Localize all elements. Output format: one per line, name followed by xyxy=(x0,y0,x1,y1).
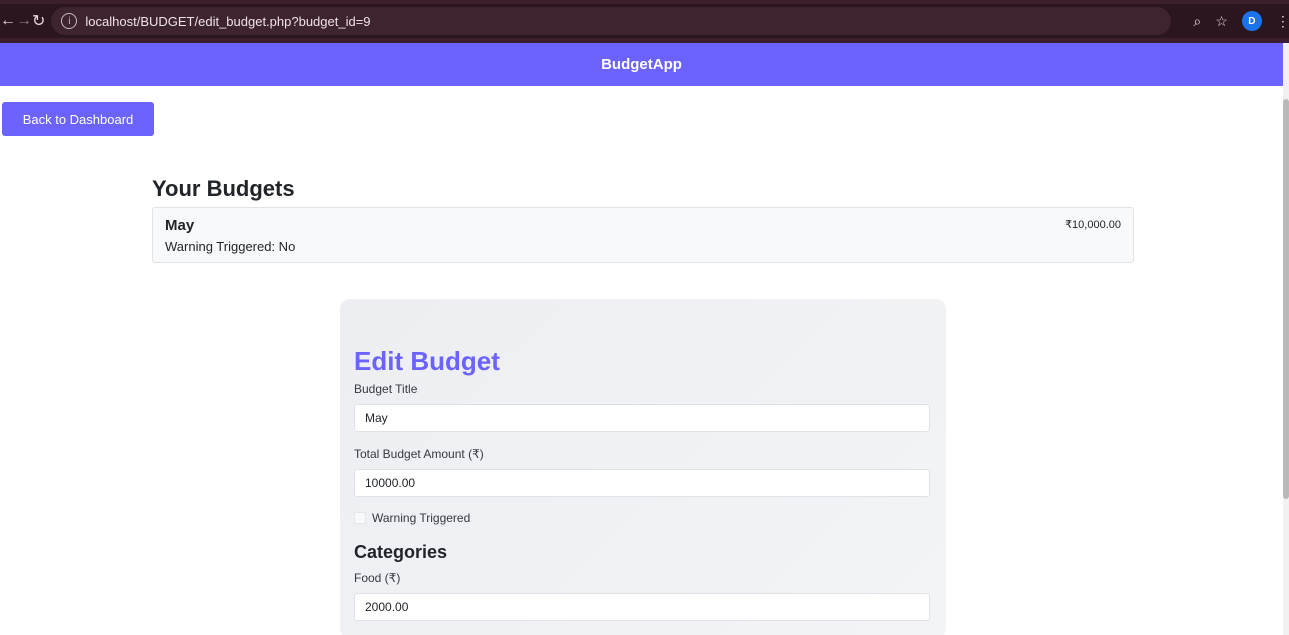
zoom-icon[interactable]: ⌕ xyxy=(1193,13,1201,30)
reload-icon[interactable]: ↻ xyxy=(32,8,45,34)
total-amount-label: Total Budget Amount (₹) xyxy=(354,447,484,461)
budget-warning-status: Warning Triggered: No xyxy=(165,239,296,254)
budget-title-label: Budget Title xyxy=(354,382,418,396)
browser-toolbar: ← → ↻ i localhost/BUDGET/edit_budget.php… xyxy=(0,4,1289,38)
app-header: BudgetApp xyxy=(0,43,1283,86)
edit-budget-form: Edit Budget Budget Title Total Budget Am… xyxy=(340,299,946,635)
budget-name: May xyxy=(165,217,195,234)
category-food-label: Food (₹) xyxy=(354,571,401,585)
browser-actions: ⌕ ☆ D ⋮ xyxy=(1193,11,1289,31)
category-food-input[interactable] xyxy=(354,593,930,621)
budget-title-input[interactable] xyxy=(354,404,930,432)
forward-arrow-icon[interactable]: → xyxy=(16,8,32,34)
brand-title[interactable]: BudgetApp xyxy=(601,56,682,73)
budget-card[interactable]: May Warning Triggered: No ₹10,000.00 xyxy=(152,207,1134,263)
page-scrollbar[interactable] xyxy=(1283,43,1289,635)
warning-checkbox[interactable] xyxy=(354,512,366,524)
profile-avatar[interactable]: D xyxy=(1241,11,1262,31)
back-to-dashboard-button[interactable]: Back to Dashboard xyxy=(2,102,154,136)
menu-kebab-icon[interactable]: ⋮ xyxy=(1276,13,1289,30)
site-info-icon[interactable]: i xyxy=(61,13,78,29)
warning-checkbox-row[interactable]: Warning Triggered xyxy=(354,511,470,525)
address-bar[interactable]: i localhost/BUDGET/edit_budget.php?budge… xyxy=(51,7,1172,35)
total-amount-input[interactable] xyxy=(354,469,930,497)
edit-budget-title: Edit Budget xyxy=(354,346,500,376)
categories-heading: Categories xyxy=(354,542,448,562)
your-budgets-heading: Your Budgets xyxy=(152,176,295,201)
url-text: localhost/BUDGET/edit_budget.php?budget_… xyxy=(85,13,371,29)
budget-amount: ₹10,000.00 xyxy=(1065,219,1121,231)
warning-checkbox-label: Warning Triggered xyxy=(372,511,471,525)
browser-chrome: ← → ↻ i localhost/BUDGET/edit_budget.php… xyxy=(0,0,1289,43)
back-arrow-icon[interactable]: ← xyxy=(0,8,16,34)
scrollbar-thumb[interactable] xyxy=(1283,99,1289,499)
bookmark-star-icon[interactable]: ☆ xyxy=(1215,13,1228,30)
